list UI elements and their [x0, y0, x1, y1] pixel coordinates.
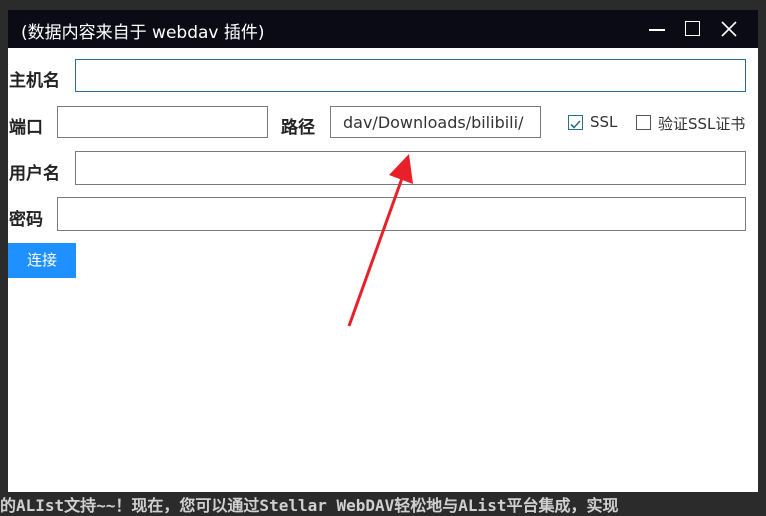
annotation-arrow [347, 154, 413, 327]
background-text: 的ALIst文持~~！现在，您可以通过Stellar WebDAV轻松地与ALi… [0, 496, 619, 515]
webdav-dialog: (数据内容来自于 webdav 插件) 主机名 端口 路径 SSL 验证SSL证… [8, 10, 758, 492]
